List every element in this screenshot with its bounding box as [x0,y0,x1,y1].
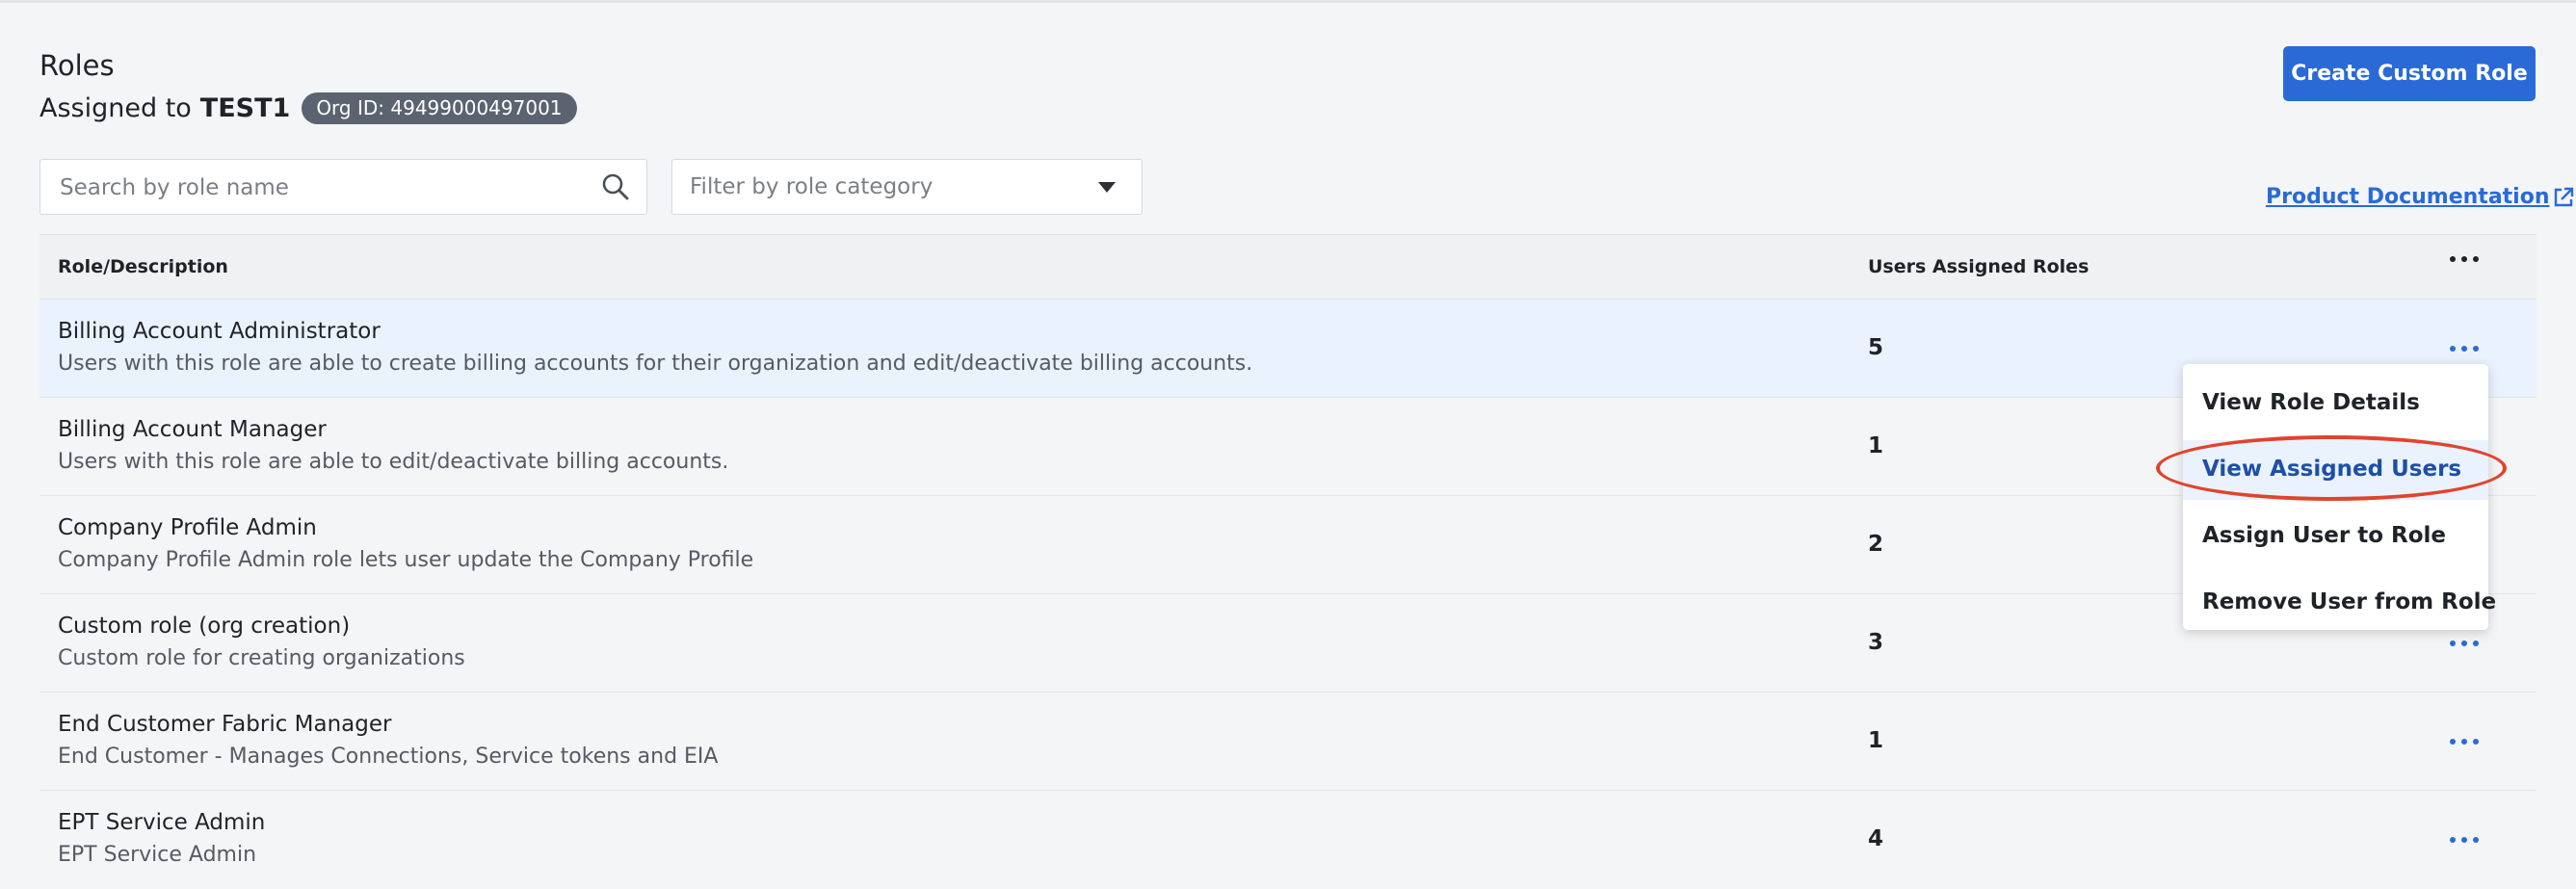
role-description: End Customer - Manages Connections, Serv… [58,745,719,769]
table-row[interactable]: Billing Account Manager Users with this … [39,398,2537,496]
role-description: Company Profile Admin role lets user upd… [58,548,754,572]
role-name: Billing Account Manager [58,417,327,442]
role-name: EPT Service Admin [58,810,266,835]
menu-item-remove-user-from-role[interactable]: Remove User from Role [2183,573,2496,633]
menu-item-label: Remove User from Role [2202,589,2497,614]
more-horizontal-icon[interactable] [2448,344,2481,353]
table-header: Role/Description Users Assigned Roles [39,234,2537,300]
column-header-users: Users Assigned Roles [1868,256,2090,277]
column-header-role: Role/Description [58,256,228,277]
filter-placeholder: Filter by role category [690,174,933,199]
table-row[interactable]: EPT Service Admin EPT Service Admin 4 [39,791,2537,889]
table-row[interactable]: Custom role (org creation) Custom role f… [39,594,2537,693]
org-id-badge: Org ID: 49499000497001 [302,92,577,124]
assigned-to-line: Assigned to TEST1 Org ID: 49499000497001 [39,92,577,124]
menu-item-view-role-details[interactable]: View Role Details [2183,374,2488,433]
role-name: Billing Account Administrator [58,319,381,344]
role-description: Custom role for creating organizations [58,646,465,670]
users-count: 3 [1868,630,1884,655]
caret-down-icon [1098,182,1116,193]
more-horizontal-icon[interactable] [2448,835,2481,845]
role-name: Company Profile Admin [58,515,317,540]
table-row[interactable]: Billing Account Administrator Users with… [39,300,2537,398]
role-description: Users with this role are able to edit/de… [58,450,729,474]
page-title: Roles [39,49,115,82]
top-divider [0,0,2576,3]
menu-item-view-assigned-users[interactable]: View Assigned Users [2183,440,2488,500]
users-count: 1 [1868,433,1884,458]
role-actions-menu: View Role Details View Assigned Users As… [2183,364,2496,633]
assigned-prefix: Assigned to [39,93,192,123]
external-link-icon [2554,187,2573,206]
product-documentation-link[interactable]: Product Documentation [2266,185,2574,209]
org-name: TEST1 [199,93,291,123]
more-horizontal-icon[interactable] [2448,639,2481,648]
more-horizontal-icon[interactable] [2448,737,2481,746]
table-row[interactable]: Company Profile Admin Company Profile Ad… [39,496,2537,594]
search-box[interactable] [39,159,647,216]
users-count: 4 [1868,826,1884,851]
users-count: 5 [1868,335,1884,360]
menu-item-label: Assign User to Role [2202,523,2447,548]
role-description: Users with this role are able to create … [58,352,1253,376]
more-horizontal-icon[interactable] [2448,254,2481,264]
users-count: 2 [1868,532,1884,557]
users-count: 1 [1868,728,1884,753]
role-name: Custom role (org creation) [58,614,351,639]
role-category-filter[interactable]: Filter by role category [671,159,1143,215]
table-row[interactable]: End Customer Fabric Manager End Customer… [39,693,2537,791]
menu-item-assign-user-to-role[interactable]: Assign User to Role [2183,507,2488,566]
search-icon[interactable] [601,172,630,201]
menu-item-label: View Assigned Users [2202,457,2462,482]
role-name: End Customer Fabric Manager [58,712,392,737]
menu-item-label: View Role Details [2202,390,2420,415]
role-description: EPT Service Admin [58,843,257,867]
product-documentation-label: Product Documentation [2266,185,2550,209]
create-custom-role-button[interactable]: Create Custom Role [2283,46,2536,101]
search-input[interactable] [58,160,601,216]
